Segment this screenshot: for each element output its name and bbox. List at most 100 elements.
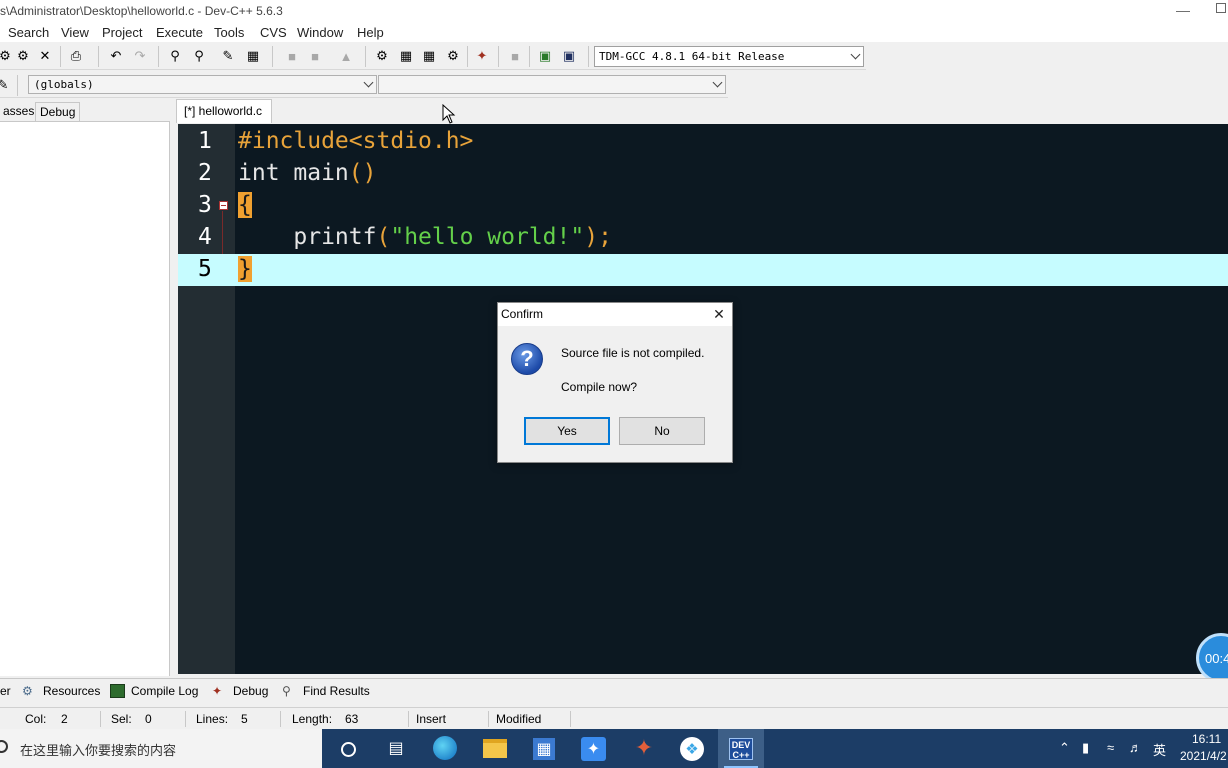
compiler-select[interactable]: TDM-GCC 4.8.1 64-bit Release <box>594 46 864 67</box>
profile-icon[interactable]: ▣ <box>536 47 554 65</box>
debug-icon[interactable]: ✦ <box>473 47 491 65</box>
tray-expand-icon[interactable]: ⌃ <box>1059 740 1070 756</box>
new-project-icon[interactable]: ■ <box>283 47 301 65</box>
replace-icon[interactable]: ⚲ <box>190 47 208 65</box>
windows-taskbar: 在这里输入你要搜索的内容 ▤ ▦ ✦ ✦ ❖ DEV C++ ⌃ ▮ ≈ ♬ 英 … <box>0 729 1228 768</box>
menu-search[interactable]: Search <box>8 25 49 40</box>
code-line[interactable]: 2 int main() <box>178 158 1228 190</box>
chevron-down-icon <box>363 77 374 88</box>
ime-indicator[interactable]: 英 <box>1153 740 1166 759</box>
stop-execution-icon[interactable]: ■ <box>506 47 524 65</box>
dialog-message: Source file is not compiled. <box>561 346 705 360</box>
status-divider <box>185 711 186 727</box>
redo-icon[interactable]: ↷ <box>131 47 149 65</box>
close-file-icon[interactable]: ✕ <box>36 47 54 65</box>
function-select[interactable] <box>378 75 726 94</box>
tab-find-results[interactable]: ⚲ Find Results <box>282 684 370 698</box>
code-line[interactable]: 4 printf("hello world!"); <box>178 222 1228 254</box>
status-divider <box>280 711 281 727</box>
taskbar-clock[interactable]: 16:11 2021/4/2 <box>1180 731 1227 765</box>
tab-resources[interactable]: ⚙ Resources <box>22 684 100 698</box>
taskbar-search-placeholder: 在这里输入你要搜索的内容 <box>20 744 177 759</box>
tab-compile-log[interactable]: Compile Log <box>110 684 198 698</box>
status-length-value: 63 <box>345 712 359 726</box>
status-divider <box>570 711 571 727</box>
line-number: 1 <box>198 128 212 154</box>
toolbar-divider <box>365 46 366 67</box>
tab-debug-output[interactable]: ✦ Debug <box>212 684 268 698</box>
status-divider <box>408 711 409 727</box>
devcpp-icon: DEV C++ <box>729 738 753 760</box>
toolbar-divider <box>588 46 589 67</box>
add-to-project-icon[interactable]: ■ <box>306 47 324 65</box>
recorder-app-icon[interactable]: ✦ <box>631 735 657 761</box>
menu-execute[interactable]: Execute <box>156 25 203 40</box>
menu-cvs[interactable]: CVS <box>260 25 287 40</box>
find-icon[interactable]: ⚲ <box>166 47 184 65</box>
wifi-icon[interactable]: ≈ <box>1107 740 1114 755</box>
task-view-icon[interactable]: ▤ <box>383 735 409 761</box>
code-text: printf("hello world!"); <box>238 224 612 250</box>
code-line[interactable]: 3 { <box>178 190 1228 222</box>
run-icon[interactable]: ▦ <box>397 47 415 65</box>
insert-icon[interactable]: ✎ <box>0 76 12 94</box>
dialog-question: Compile now? <box>561 380 638 394</box>
menu-view[interactable]: View <box>61 25 89 40</box>
status-modified: Modified <box>496 712 542 726</box>
code-line-current[interactable]: 5 } <box>178 254 1228 286</box>
tab-classes[interactable]: asses <box>0 102 37 121</box>
title-bar: s\Administrator\Desktop\helloworld.c - D… <box>0 0 1228 23</box>
project-panel: asses Debug <box>0 100 172 676</box>
taskbar-search-box[interactable]: 在这里输入你要搜索的内容 <box>0 729 322 768</box>
toggle-bookmark-icon[interactable]: ▦ <box>244 47 262 65</box>
fold-toggle-icon[interactable] <box>219 201 228 210</box>
maximize-icon[interactable] <box>1216 3 1226 13</box>
toolbar-divider <box>17 75 18 96</box>
print-setup-icon[interactable]: ⚙ <box>14 47 32 65</box>
print-icon[interactable]: ⎙ <box>67 47 85 65</box>
status-lines-label: Lines: <box>196 712 229 726</box>
menu-help[interactable]: Help <box>357 25 384 40</box>
minimize-icon[interactable]: — <box>1176 2 1190 18</box>
code-line[interactable]: 1 #include<stdio.h> <box>178 126 1228 158</box>
window-title: s\Administrator\Desktop\helloworld.c - D… <box>0 4 283 18</box>
cortana-icon[interactable] <box>335 736 361 762</box>
bottom-panel-tabs: er ⚙ Resources Compile Log ✦ Debug ⚲ Find R… <box>0 678 1228 702</box>
close-icon[interactable]: ✕ <box>711 306 727 322</box>
menu-window[interactable]: Window <box>297 25 343 40</box>
status-insert-mode: Insert <box>416 712 447 726</box>
compile-icon[interactable]: ⚙ <box>373 47 391 65</box>
menu-bar: Search View Project Execute Tools CVS Wi… <box>0 23 1228 42</box>
store-icon[interactable]: ▦ <box>533 738 555 760</box>
code-text: int main() <box>238 160 377 186</box>
tab-compiler[interactable]: er <box>0 684 11 698</box>
toolbar-divider <box>498 46 499 67</box>
file-explorer-icon[interactable] <box>483 739 507 758</box>
scope-select[interactable]: (globals) <box>28 75 377 94</box>
goto-line-icon[interactable]: ✎ <box>219 47 237 65</box>
yes-button[interactable]: Yes <box>524 417 610 445</box>
cloud-app-icon[interactable]: ❖ <box>680 737 704 761</box>
undo-icon[interactable]: ↶ <box>107 47 125 65</box>
status-divider <box>488 711 489 727</box>
status-col-value: 2 <box>61 712 68 726</box>
edge-browser-icon[interactable] <box>433 736 457 760</box>
compile-run-icon[interactable]: ▦ <box>420 47 438 65</box>
tab-debug[interactable]: Debug <box>35 102 81 121</box>
menu-project[interactable]: Project <box>102 25 142 40</box>
delete-profile-icon[interactable]: ▣ <box>560 47 578 65</box>
chevron-down-icon <box>712 77 723 88</box>
mail-app-icon[interactable]: ✦ <box>581 737 606 761</box>
line-number: 5 <box>198 256 212 282</box>
class-browser[interactable] <box>0 121 170 676</box>
menu-tools[interactable]: Tools <box>214 25 244 40</box>
rebuild-all-icon[interactable]: ⚙ <box>444 47 462 65</box>
devcpp-taskbar-button[interactable]: DEV C++ <box>718 729 764 768</box>
editor-tab-helloworld[interactable]: [*] helloworld.c <box>176 99 272 123</box>
no-button[interactable]: No <box>619 417 705 445</box>
toolbar-divider <box>98 46 99 67</box>
save-all-icon[interactable]: ⚙ <box>0 47 14 65</box>
battery-icon[interactable]: ▮ <box>1082 740 1089 756</box>
remove-from-project-icon[interactable]: ▲ <box>337 47 355 65</box>
volume-icon[interactable]: ♬ <box>1129 740 1142 755</box>
